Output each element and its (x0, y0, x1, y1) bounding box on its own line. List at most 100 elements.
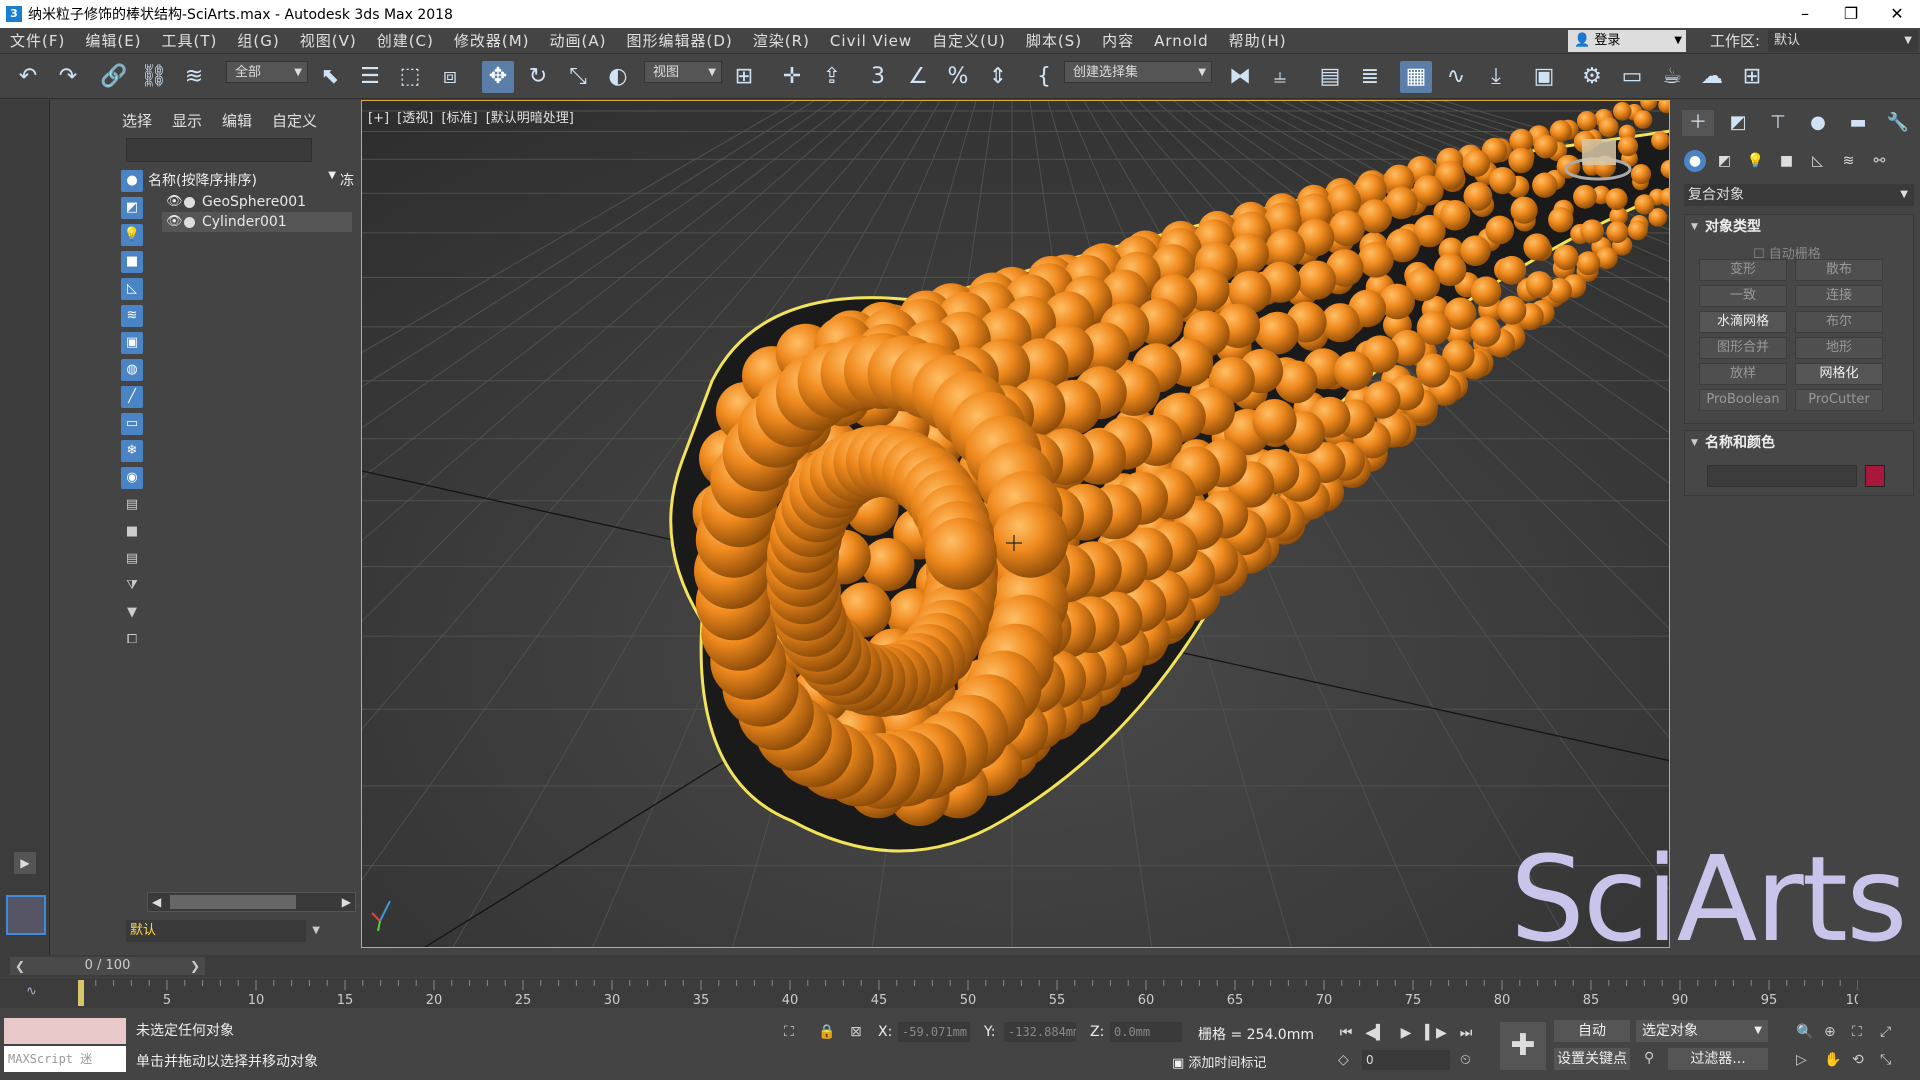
menu-item[interactable]: 脚本(S) (1016, 30, 1092, 51)
spacewarps-filter-icon[interactable]: ≋ (121, 305, 143, 327)
filters-button[interactable]: 过滤器... (1668, 1048, 1768, 1070)
time-slider[interactable]: ❮ 0 / 100 ❯ (0, 955, 1920, 977)
absolute-mode-icon[interactable]: ⊠ (850, 1024, 862, 1040)
rendered-frame-icon[interactable]: ▭ (1616, 61, 1648, 93)
track-bar[interactable]: ∿ 05101520253035404550556065707580859095… (0, 978, 1920, 1008)
align-icon[interactable]: ⫨ (1264, 61, 1296, 93)
add-time-tag[interactable]: ▣ 添加时间标记 (1172, 1052, 1266, 1071)
y-coordinate-field[interactable]: -132.884mm (1004, 1022, 1076, 1042)
zoom-extents-icon[interactable]: ⛶ (1852, 1024, 1862, 1040)
viewport-layout-thumbnail[interactable] (6, 895, 46, 935)
select-place-icon[interactable]: ◐ (602, 61, 634, 93)
select-move-icon[interactable]: ✥ (482, 61, 514, 93)
object-name-input[interactable] (1707, 465, 1857, 487)
geometry-filter-icon[interactable]: ● (121, 170, 143, 192)
menu-item[interactable]: 视图(V) (290, 30, 367, 51)
xrefs-filter-icon[interactable]: ◍ (121, 359, 143, 381)
percent-snap-icon[interactable]: % (942, 61, 974, 93)
minimize-button[interactable]: – (1782, 0, 1828, 28)
explorer-menu-display[interactable]: 显示 (172, 110, 202, 131)
all-filters-off-icon[interactable]: ■ (121, 521, 143, 543)
zoom-extents-all-icon[interactable]: ⤢ (1880, 1024, 1891, 1040)
cameras-category-icon[interactable]: ■ (1774, 150, 1799, 172)
perspective-viewport[interactable]: [+] [透视] [标准] [默认明暗处理] (361, 100, 1670, 948)
undo-icon[interactable]: ↶ (12, 61, 44, 93)
x-coordinate-field[interactable]: -59.071mm (898, 1022, 970, 1042)
groups-filter-icon[interactable]: ▣ (121, 332, 143, 354)
go-to-end-icon[interactable]: ⏭ (1454, 1022, 1478, 1044)
viewport-label[interactable]: [+] [透视] [标准] [默认明暗处理] (368, 107, 574, 126)
compound-object-button[interactable]: 变形 (1699, 259, 1787, 281)
compound-object-button[interactable]: 散布 (1795, 259, 1883, 281)
compound-object-button[interactable]: 图形合并 (1699, 337, 1787, 359)
visibility-eye-icon[interactable]: 👁 (166, 192, 183, 212)
isolate-selection-icon[interactable]: ⛶ (784, 1024, 794, 1040)
curve-editor-icon[interactable]: ∿ (1440, 61, 1472, 93)
window-crossing-icon[interactable]: ⧈ (434, 61, 466, 93)
a360-gallery-icon[interactable]: ⊞ (1736, 61, 1768, 93)
time-slider-frame[interactable]: 0 / 100 (30, 957, 185, 975)
compound-object-button[interactable]: 放样 (1699, 363, 1787, 385)
explorer-horizontal-scrollbar[interactable]: ◀ ▶ (147, 892, 356, 912)
angle-snap-icon[interactable]: ∠ (902, 61, 934, 93)
containers-filter-icon[interactable]: ▭ (121, 413, 143, 435)
compound-object-button[interactable]: 水滴网格 (1699, 311, 1787, 333)
selection-filter-dropdown[interactable]: 全部 ▼ (226, 61, 308, 83)
explorer-menu-customize[interactable]: 自定义 (272, 110, 317, 131)
menu-item[interactable]: 图形编辑器(D) (617, 30, 743, 51)
set-key-icon[interactable]: ✚ (1500, 1022, 1546, 1070)
menu-item[interactable]: 内容 (1092, 30, 1144, 51)
create-tab-icon[interactable]: ＋ (1682, 110, 1714, 136)
lights-category-icon[interactable]: 💡 (1743, 150, 1768, 172)
time-config-icon[interactable]: ⏲ (1460, 1052, 1471, 1068)
geometry-category-icon[interactable]: ● (1684, 150, 1706, 172)
render-production-icon[interactable]: ☕ (1656, 61, 1688, 93)
keyboard-shortcut-icon[interactable]: ⇪ (816, 61, 848, 93)
funnel-icon[interactable]: ▼ (121, 602, 143, 624)
scroll-thumb[interactable] (170, 895, 296, 909)
object-color-swatch[interactable] (1865, 465, 1885, 487)
auto-key-button[interactable]: 自动 (1554, 1020, 1630, 1042)
select-scale-icon[interactable]: ⤡ (562, 61, 594, 93)
z-coordinate-field[interactable]: 0.0mm (1110, 1022, 1182, 1042)
redo-icon[interactable]: ↷ (52, 61, 84, 93)
systems-category-icon[interactable]: ⚯ (1867, 150, 1892, 172)
bind-space-warp-icon[interactable]: ≋ (178, 61, 210, 93)
rollout-header[interactable]: 名称和颜色 (1685, 431, 1913, 455)
key-filter-dropdown[interactable]: 选定对象 ▼ (1636, 1020, 1768, 1042)
menu-item[interactable]: 修改器(M) (444, 30, 540, 51)
maximize-button[interactable]: ❐ (1828, 0, 1874, 28)
explorer-column-header[interactable]: 名称(按降序排序) ▼ 冻 (148, 170, 356, 190)
pivot-center-icon[interactable]: ⊞ (728, 61, 760, 93)
layer-icon[interactable]: ⧠ (121, 629, 143, 651)
frame-ruler[interactable]: 0510152025303540455055606570758085909510… (78, 978, 1858, 1008)
ribbon-toggle-icon[interactable]: ▦ (1400, 61, 1432, 93)
next-key-icon[interactable]: ▍▶ (1424, 1022, 1448, 1044)
shapes-category-icon[interactable]: ◩ (1712, 150, 1737, 172)
current-frame-field[interactable]: 0 (1362, 1050, 1450, 1070)
mini-curve-icon[interactable]: ∿ (26, 984, 37, 999)
menu-item[interactable]: 自定义(U) (922, 30, 1016, 51)
explorer-menu-edit[interactable]: 编辑 (222, 110, 252, 131)
compound-object-button[interactable]: 布尔 (1795, 311, 1883, 333)
previous-key-icon[interactable]: ◀▍ (1364, 1022, 1388, 1044)
scene-explorer-icon[interactable]: ▤ (1314, 61, 1346, 93)
visibility-eye-icon[interactable]: 👁 (166, 212, 183, 232)
utilities-tab-icon[interactable]: 🔧 (1882, 110, 1914, 136)
manipulate-icon[interactable]: ✛ (776, 61, 808, 93)
display-tab-icon[interactable]: ▬ (1842, 110, 1874, 136)
menu-item[interactable]: 编辑(E) (75, 30, 151, 51)
zoom-icon[interactable]: 🔍 (1796, 1024, 1813, 1040)
lights-filter-icon[interactable]: 💡 (121, 224, 143, 246)
helpers-category-icon[interactable]: ◺ (1805, 150, 1830, 172)
hidden-filter-icon[interactable]: ◉ (121, 467, 143, 489)
close-button[interactable]: ✕ (1874, 0, 1920, 28)
menu-item[interactable]: Arnold (1144, 32, 1219, 50)
menu-item[interactable]: 创建(C) (367, 30, 444, 51)
select-object-icon[interactable]: ⬉ (314, 61, 346, 93)
expand-arrow-icon[interactable]: ▶ (14, 852, 36, 874)
go-to-start-icon[interactable]: ⏮ (1334, 1022, 1358, 1044)
menu-item[interactable]: 帮助(H) (1219, 30, 1297, 51)
scroll-right-icon[interactable]: ▶ (342, 893, 351, 911)
play-icon[interactable]: ▶ (1394, 1022, 1418, 1044)
